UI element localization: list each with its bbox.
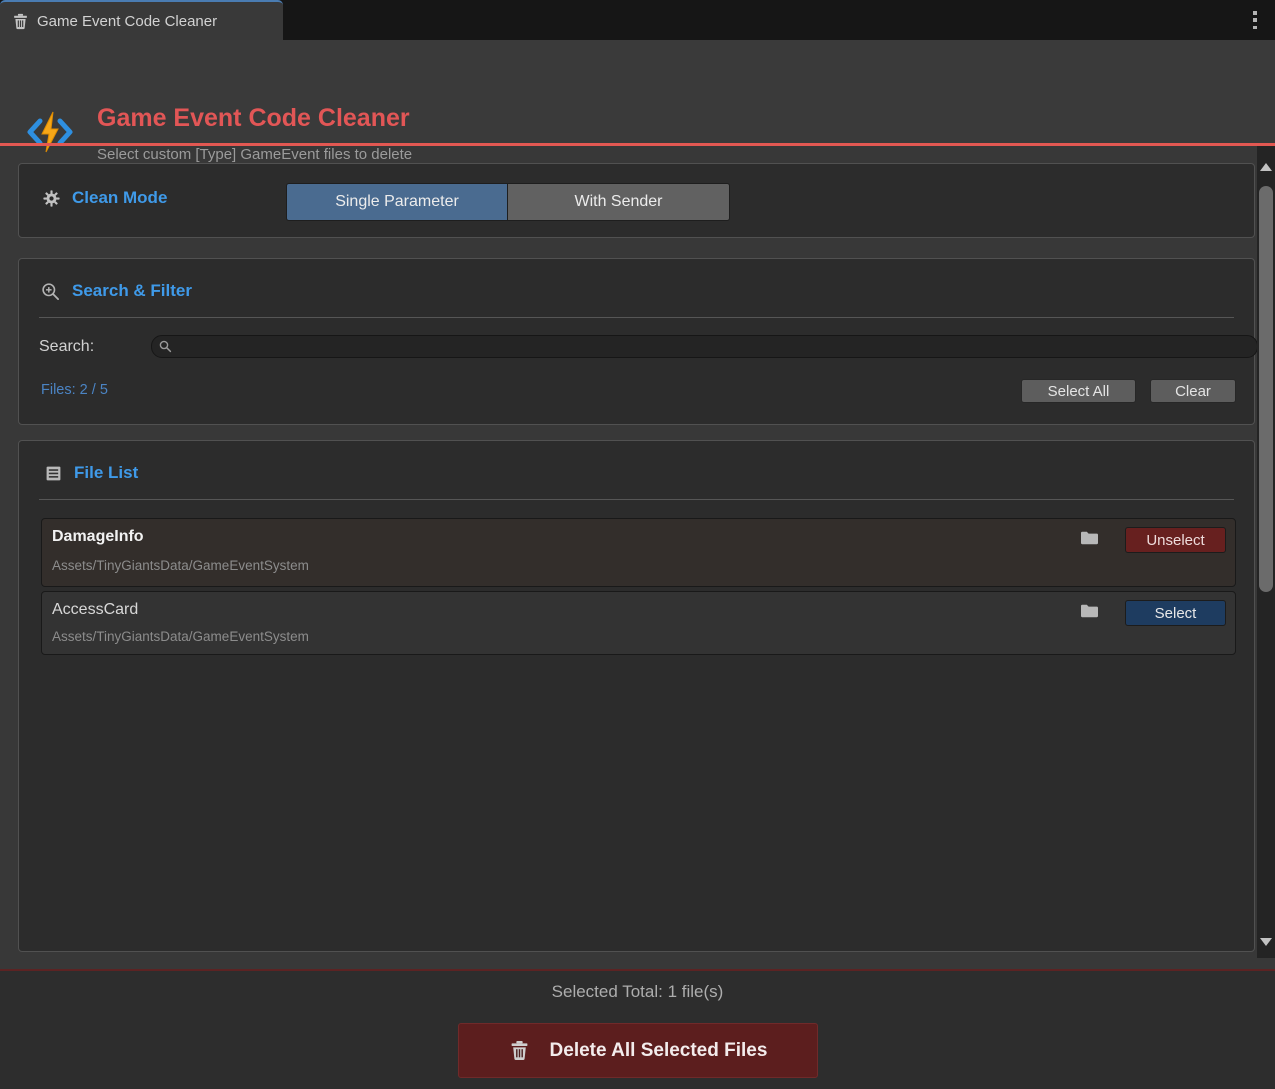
file-name: AccessCard — [52, 601, 138, 619]
clean-mode-header: Clean Mode — [43, 188, 167, 208]
clean-mode-toggle-group: Single Parameter With Sender — [286, 183, 730, 221]
file-name: DamageInfo — [52, 528, 144, 546]
footer: Selected Total: 1 file(s) Delete All Sel… — [0, 971, 1275, 1089]
page-title: Game Event Code Cleaner — [97, 104, 410, 133]
folder-icon[interactable] — [1080, 603, 1099, 619]
file-path: Assets/TinyGiantsData/GameEventSystem — [52, 558, 309, 573]
file-list-header: File List — [45, 463, 138, 483]
tab-title: Game Event Code Cleaner — [37, 13, 217, 30]
search-filter-header: Search & Filter — [41, 281, 192, 301]
search-label: Search: — [39, 338, 94, 356]
toggle-with-sender[interactable]: With Sender — [508, 183, 730, 221]
selected-total: Selected Total: 1 file(s) — [0, 982, 1275, 1002]
kebab-icon[interactable] — [1249, 11, 1261, 29]
unselect-button[interactable]: Unselect — [1125, 527, 1226, 553]
window-header: Game Event Code Cleaner Select custom [T… — [0, 40, 1275, 143]
tab-bar: Game Event Code Cleaner — [0, 0, 1275, 40]
file-path: Assets/TinyGiantsData/GameEventSystem — [52, 629, 309, 644]
search-input[interactable] — [151, 335, 1258, 358]
vertical-scrollbar[interactable] — [1257, 146, 1275, 958]
clean-mode-title: Clean Mode — [72, 188, 167, 208]
toggle-single-parameter[interactable]: Single Parameter — [286, 183, 508, 221]
select-button[interactable]: Select — [1125, 600, 1226, 626]
file-list-panel: File List DamageInfo Assets/TinyGiantsDa… — [18, 440, 1255, 952]
select-all-button[interactable]: Select All — [1021, 379, 1136, 403]
files-count: Files: 2 / 5 — [41, 382, 108, 398]
tab-game-event-code-cleaner[interactable]: Game Event Code Cleaner — [0, 0, 283, 40]
file-row-damageinfo[interactable]: DamageInfo Assets/TinyGiantsData/GameEve… — [41, 518, 1236, 587]
section-divider — [39, 499, 1234, 500]
zoom-in-icon — [41, 282, 60, 301]
header-accent-divider — [0, 143, 1275, 146]
arrow-up-icon[interactable] — [1260, 163, 1272, 171]
list-icon — [45, 465, 62, 482]
search-filter-title: Search & Filter — [72, 281, 192, 301]
code-lightning-icon — [27, 110, 73, 154]
arrow-down-icon[interactable] — [1260, 938, 1272, 946]
trash-icon — [12, 13, 29, 30]
scrollbar-thumb[interactable] — [1259, 186, 1273, 592]
clear-button[interactable]: Clear — [1150, 379, 1236, 403]
search-filter-panel: Search & Filter Search: Files: 2 / 5 Sel… — [18, 258, 1255, 425]
folder-icon[interactable] — [1080, 530, 1099, 546]
delete-button-label: Delete All Selected Files — [550, 1040, 768, 1062]
trash-icon — [509, 1040, 530, 1061]
search-row: Search: — [39, 335, 1236, 359]
file-row-accesscard[interactable]: AccessCard Assets/TinyGiantsData/GameEve… — [41, 591, 1236, 655]
gear-icon — [43, 190, 60, 207]
clean-mode-panel: Clean Mode Single Parameter With Sender — [18, 163, 1255, 238]
section-divider — [39, 317, 1234, 318]
file-list-title: File List — [74, 463, 138, 483]
delete-all-selected-button[interactable]: Delete All Selected Files — [458, 1023, 818, 1078]
page-subtitle: Select custom [Type] GameEvent files to … — [97, 146, 412, 163]
